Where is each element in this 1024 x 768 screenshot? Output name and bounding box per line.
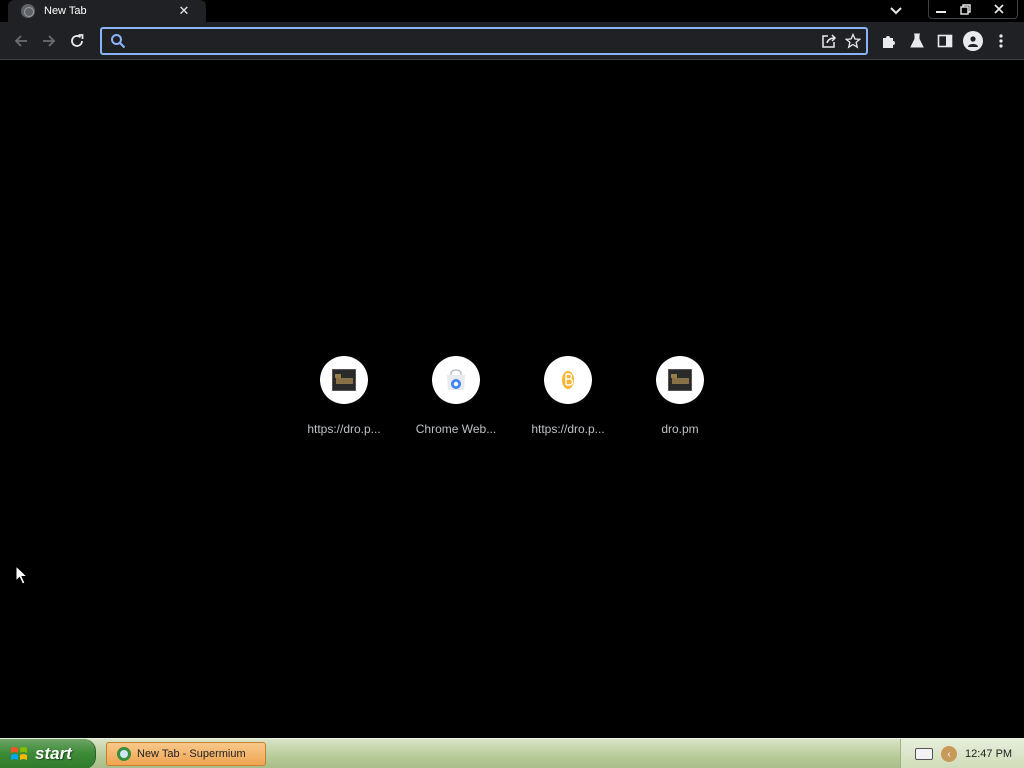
show-hidden-icons-icon[interactable]: ‹ — [941, 746, 957, 762]
keyboard-icon[interactable] — [915, 748, 933, 760]
reload-icon[interactable] — [66, 30, 88, 52]
mouse-pointer-icon — [15, 565, 29, 585]
back-arrow-icon[interactable] — [10, 30, 32, 52]
labs-flask-icon[interactable] — [906, 30, 928, 52]
shortcut-label: https://dro.p... — [307, 422, 381, 436]
tile-icon-circle — [320, 356, 368, 404]
globe-icon — [21, 4, 35, 18]
close-window-icon[interactable] — [984, 0, 1014, 18]
start-label: start — [35, 744, 72, 763]
restore-icon[interactable] — [950, 0, 980, 18]
shortcut-tile[interactable]: dro.pm — [624, 354, 736, 444]
coin-favicon — [562, 371, 574, 389]
menu-kebab-icon[interactable] — [990, 30, 1012, 52]
share-icon[interactable] — [818, 30, 840, 52]
shortcut-label: dro.pm — [661, 422, 699, 436]
supermium-icon — [117, 747, 131, 761]
bookmark-star-icon[interactable] — [842, 30, 864, 52]
tab-close-icon[interactable]: ✕ — [176, 3, 192, 19]
tab-strip: New Tab ✕ — [0, 0, 1024, 22]
windows-logo-icon — [11, 747, 27, 760]
shortcut-tile[interactable]: Chrome Web... — [400, 354, 512, 444]
chrome-web-store-icon — [447, 369, 465, 390]
shortcut-tile[interactable]: https://dro.p... — [288, 354, 400, 444]
taskbar: start New Tab - Supermium ‹ 12:47 PM — [0, 738, 1024, 768]
address-bar[interactable] — [100, 27, 868, 55]
dro-pm-favicon — [668, 369, 692, 391]
shortcut-label: https://dro.p... — [531, 422, 605, 436]
start-button[interactable]: start — [0, 739, 96, 768]
dro-pm-favicon — [332, 369, 356, 391]
tab-search-chevron-icon[interactable] — [884, 2, 908, 20]
taskbar-window-button[interactable]: New Tab - Supermium — [106, 742, 266, 766]
shortcut-tiles: https://dro.p... Chrome Web... https://d… — [288, 354, 736, 444]
avatar — [963, 31, 983, 51]
forward-arrow-icon[interactable] — [38, 30, 60, 52]
extensions-puzzle-icon[interactable] — [878, 30, 900, 52]
new-tab-page: https://dro.p... Chrome Web... https://d… — [0, 61, 1024, 738]
address-input[interactable] — [127, 29, 818, 53]
tile-icon-circle — [432, 356, 480, 404]
tab-new-tab[interactable]: New Tab ✕ — [8, 0, 206, 22]
taskbar-window-label: New Tab - Supermium — [137, 748, 246, 760]
tile-icon-circle — [544, 356, 592, 404]
tab-title: New Tab — [44, 5, 87, 17]
tile-icon-circle — [656, 356, 704, 404]
search-icon — [109, 32, 127, 50]
side-panel-icon[interactable] — [934, 30, 956, 52]
profile-icon[interactable] — [962, 30, 984, 52]
shortcut-tile[interactable]: https://dro.p... — [512, 354, 624, 444]
shortcut-label: Chrome Web... — [415, 422, 497, 436]
clock: 12:47 PM — [965, 748, 1013, 760]
system-tray: ‹ 12:47 PM — [900, 739, 1024, 768]
browser-toolbar — [0, 22, 1024, 60]
